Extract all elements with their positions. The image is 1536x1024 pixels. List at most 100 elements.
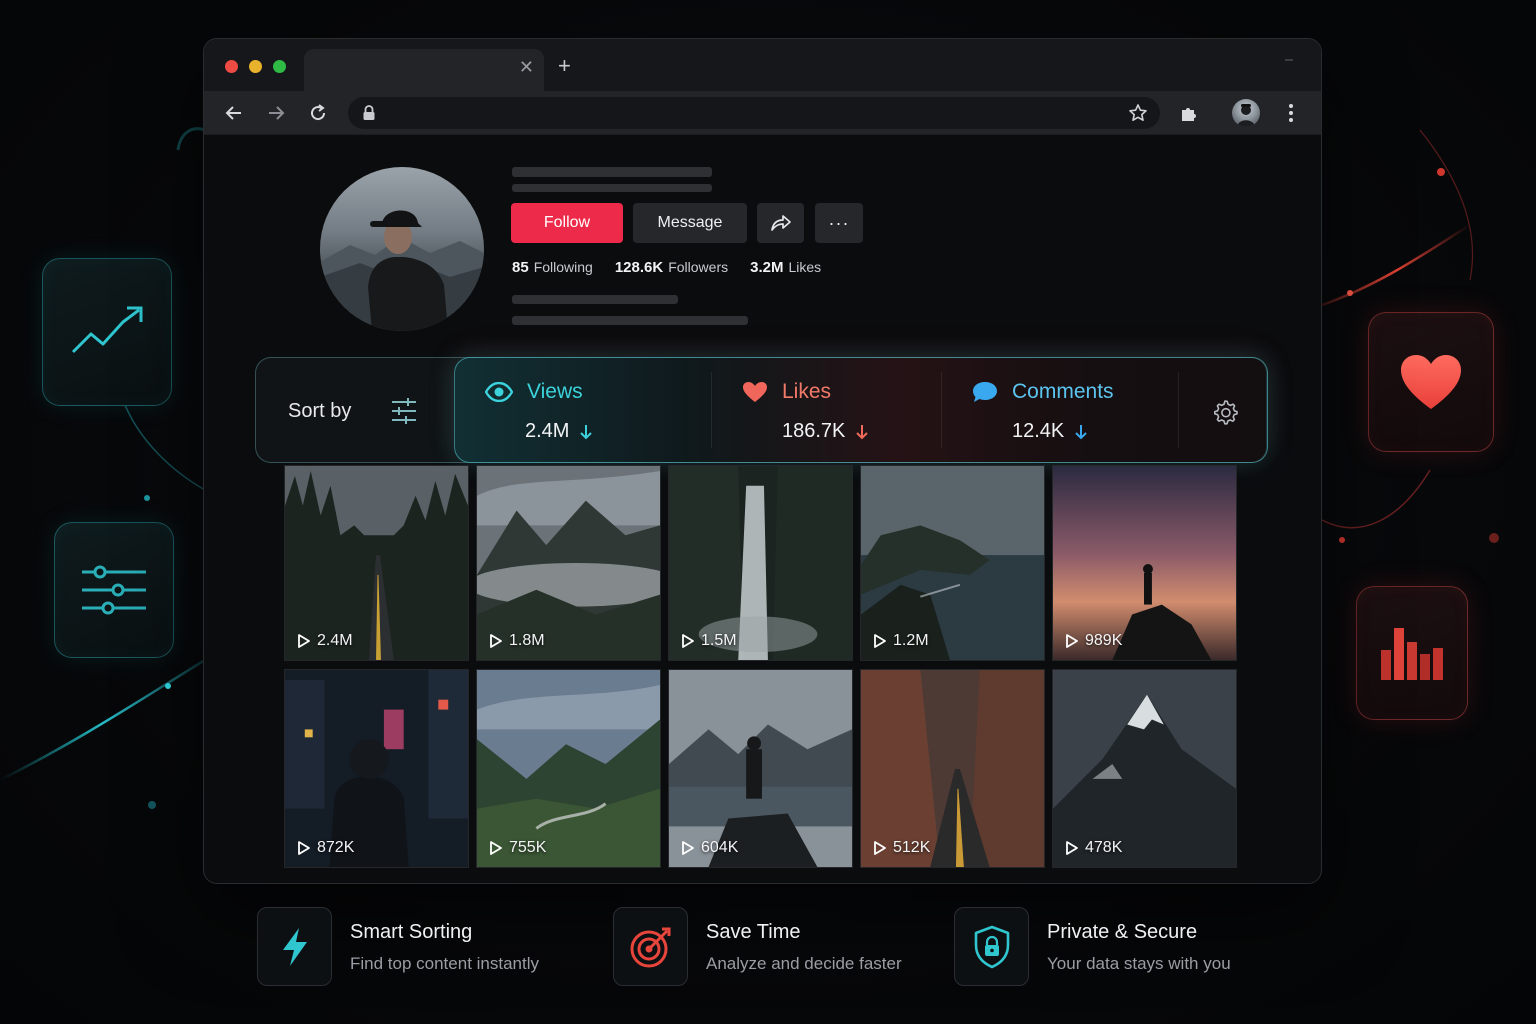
play-icon: [1066, 634, 1078, 648]
back-icon[interactable]: [222, 101, 246, 125]
feature-icon-box: [954, 907, 1029, 986]
likes-label: Likes: [782, 380, 832, 403]
feature-subtitle: Your data stays with you: [1047, 954, 1231, 973]
feature-title: Save Time: [706, 921, 801, 943]
play-icon: [298, 841, 310, 855]
browser-menu-icon[interactable]: [1279, 101, 1303, 125]
play-icon: [490, 841, 502, 855]
sort-option-comments[interactable]: Comments 12.4K: [942, 358, 1178, 462]
share-button[interactable]: [757, 203, 804, 243]
video-thumbnail[interactable]: 478K: [1052, 669, 1237, 868]
sort-option-likes[interactable]: Likes 186.7K: [712, 358, 941, 462]
heart-icon: [1401, 355, 1461, 409]
feature-title: Smart Sorting: [350, 921, 473, 943]
video-views: 1.2M: [893, 632, 929, 649]
filter-sliders-icon[interactable]: [390, 398, 418, 424]
new-tab-button[interactable]: +: [558, 53, 571, 79]
video-thumbnail[interactable]: 755K: [476, 669, 661, 868]
video-views: 872K: [317, 839, 355, 856]
stat-likes: 3.2M Likes: [750, 259, 822, 276]
stat-followers[interactable]: 128.6K Followers: [615, 259, 728, 276]
bio-line-placeholder: [512, 316, 748, 325]
sliders-tile: [54, 522, 174, 658]
shield-lock-icon: [974, 925, 1009, 968]
play-icon: [682, 841, 694, 855]
profile-avatar[interactable]: [320, 167, 484, 331]
tab-search-button[interactable]: [1285, 59, 1293, 61]
play-icon: [682, 634, 694, 648]
maximize-window-button[interactable]: [273, 60, 286, 73]
close-icon[interactable]: ✕: [519, 57, 534, 78]
sort-by-label: Sort by: [288, 400, 352, 422]
eye-icon: [485, 382, 513, 402]
browser-profile-avatar[interactable]: [1232, 99, 1260, 127]
video-views: 604K: [701, 839, 739, 856]
video-thumbnail[interactable]: 2.4M: [284, 465, 469, 661]
likes-total: 186.7K: [782, 420, 846, 442]
minimize-window-button[interactable]: [249, 60, 262, 73]
video-views: 512K: [893, 839, 931, 856]
feature-icon-box: [257, 907, 332, 986]
profile-page: Follow Message ··· 85 Following 128.6K Fol…: [204, 135, 1321, 883]
profile-name-placeholder: [512, 167, 712, 177]
video-thumbnail[interactable]: 1.5M: [668, 465, 853, 661]
video-views: 1.5M: [701, 632, 737, 649]
bookmark-star-icon[interactable]: [1128, 103, 1148, 123]
address-bar[interactable]: [348, 97, 1160, 129]
divider: [1178, 372, 1179, 448]
forward-icon[interactable]: [264, 101, 288, 125]
extensions-puzzle-icon[interactable]: [1177, 101, 1201, 125]
chat-bubble-icon: [973, 382, 997, 402]
video-thumbnail[interactable]: 872K: [284, 669, 469, 868]
sort-by-section: Sort by: [256, 358, 454, 462]
video-views: 1.8M: [509, 632, 545, 649]
browser-tab[interactable]: ✕: [304, 49, 544, 91]
feature-icon-box: [613, 907, 688, 986]
target-icon: [630, 927, 670, 967]
feature-subtitle: Analyze and decide faster: [706, 954, 902, 973]
sort-bar: Sort by Views 2.4M Likes 186.7K Comments…: [255, 357, 1268, 463]
profile-handle-placeholder: [512, 184, 712, 192]
stat-following[interactable]: 85 Following: [512, 259, 593, 276]
feature-subtitle: Find top content instantly: [350, 954, 540, 973]
sliders-icon: [82, 565, 146, 615]
message-button[interactable]: Message: [633, 203, 747, 243]
bar-chart-tile: [1356, 586, 1468, 720]
bar-chart-icon: [1381, 628, 1443, 680]
lightning-icon: [282, 927, 307, 966]
reload-icon[interactable]: [306, 101, 330, 125]
video-thumbnail[interactable]: 512K: [860, 669, 1045, 868]
play-icon: [298, 634, 310, 648]
sort-option-views[interactable]: Views 2.4M: [455, 358, 711, 462]
trend-tile: [42, 258, 172, 406]
comments-label: Comments: [1012, 380, 1114, 403]
video-thumbnail[interactable]: 604K: [668, 669, 853, 868]
sort-metrics-panel: Views 2.4M Likes 186.7K Comments 12.4K: [454, 357, 1268, 463]
video-thumbnail[interactable]: 1.8M: [476, 465, 661, 661]
play-icon: [1066, 841, 1078, 855]
video-views: 989K: [1085, 632, 1123, 649]
close-window-button[interactable]: [225, 60, 238, 73]
share-arrow-icon: [770, 215, 791, 231]
views-label: Views: [527, 380, 583, 403]
video-views: 478K: [1085, 839, 1123, 856]
more-options-button[interactable]: ···: [815, 203, 863, 243]
video-thumbnail[interactable]: 1.2M: [860, 465, 1045, 661]
video-views: 755K: [509, 839, 547, 856]
arrow-down-icon: [1075, 424, 1087, 439]
tab-bar: ✕ +: [204, 39, 1321, 91]
heart-tile: [1368, 312, 1494, 452]
settings-gear-icon[interactable]: [1211, 398, 1239, 426]
heart-icon: [743, 382, 767, 402]
follow-button[interactable]: Follow: [511, 203, 623, 243]
profile-stats: 85 Following 128.6K Followers 3.2M Likes: [512, 259, 821, 276]
play-icon: [874, 634, 886, 648]
play-icon: [874, 841, 886, 855]
video-thumbnail[interactable]: 989K: [1052, 465, 1237, 661]
lock-icon: [363, 105, 375, 120]
video-views: 2.4M: [317, 632, 353, 649]
views-total: 2.4M: [525, 420, 570, 442]
browser-window: ✕ + Follow Message ··· 85 Following 128.…: [203, 38, 1322, 884]
comments-total: 12.4K: [1012, 420, 1065, 442]
trend-up-icon: [71, 306, 143, 354]
